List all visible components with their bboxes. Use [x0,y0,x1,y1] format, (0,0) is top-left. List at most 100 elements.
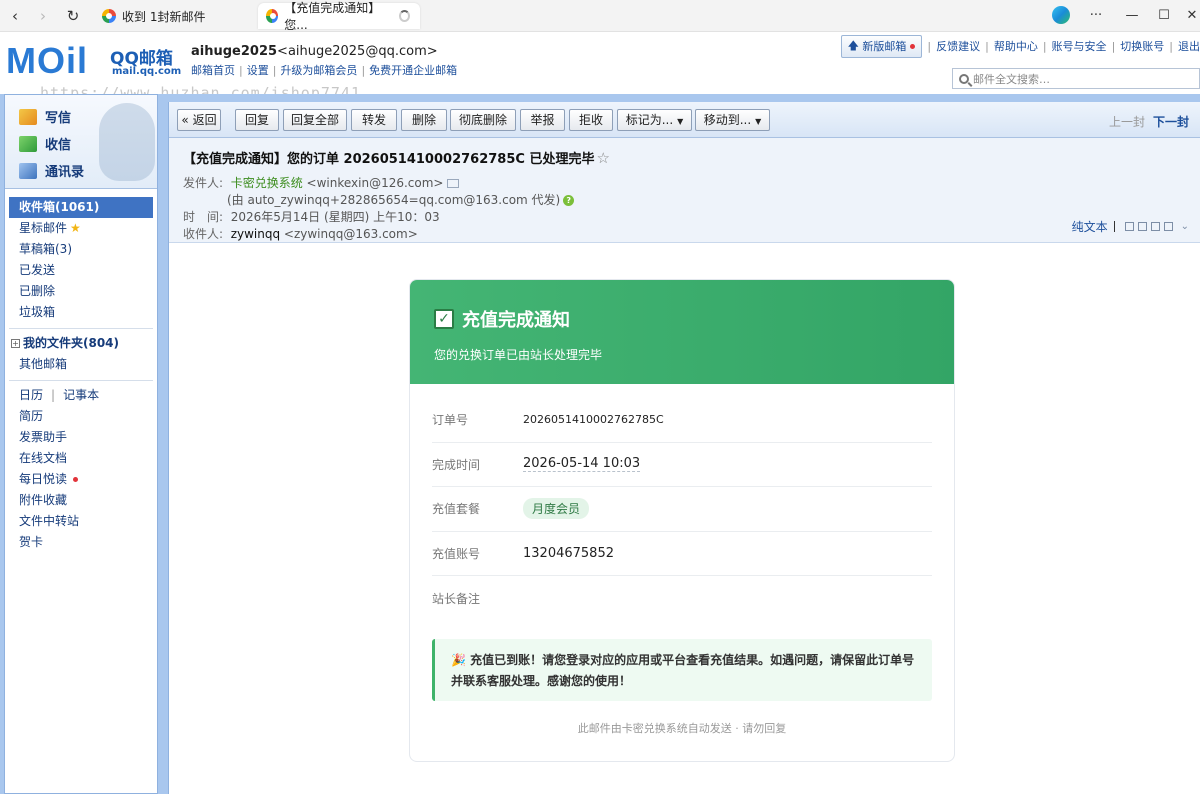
card-title-text: 充值完成通知 [462,310,570,331]
compose-button[interactable]: 写信 [19,107,71,126]
tab-label: 【充值完成通知】您... [284,1,381,32]
minimize-icon[interactable]: — [1122,6,1142,26]
forward-arrow-icon[interactable]: › [32,5,54,27]
chevron-down-icon[interactable]: ⌄ [1181,221,1189,232]
link-home[interactable]: 邮箱首页 [191,64,235,77]
link-calendar[interactable]: 日历 [19,388,43,402]
delete-button[interactable]: 删除 [401,109,447,131]
user-links: 邮箱首页 | 设置 | 升级为邮箱会员 | 免费开通企业邮箱 [191,64,458,77]
report-button[interactable]: 举报 [520,109,565,131]
link-security[interactable]: 账号与安全 [1052,38,1107,54]
pencil-icon [19,108,37,125]
contacts-button[interactable]: 通讯录 [19,161,84,180]
link-help[interactable]: 帮助中心 [994,38,1038,54]
expand-icon[interactable]: + [11,339,20,348]
reply-button[interactable]: 回复 [235,109,279,131]
detail-row: 站长备注 [432,576,932,621]
auto-send-footer: 此邮件由卡密兑换系统自动发送 · 请勿回复 [577,721,787,735]
folder-other[interactable]: 其他邮箱 [5,354,157,375]
user-account: aihuge2025<aihuge2025@qq.com> [191,44,438,59]
link-enterprise[interactable]: 免费开通企业邮箱 [369,64,457,77]
package-label: 充值套餐 [432,502,481,517]
plain-text-link[interactable]: 纯文本 [1072,218,1108,235]
forward-button[interactable]: 转发 [351,109,397,131]
folder-my-folders[interactable]: + 我的文件夹(804) [5,333,157,354]
more-options-icon[interactable]: ··· [1086,6,1106,26]
mail-subject: 【充值完成通知】您的订单 2026051410002762785C 已处理完毕 ☆ [183,148,610,167]
quick-actions: 写信 收信 通讯录 [5,95,157,189]
prev-mail-link[interactable]: 上一封 [1109,115,1145,129]
tool-attachments[interactable]: 附件收藏 [5,490,157,511]
tool-docs[interactable]: 在线文档 [5,448,157,469]
close-window-icon[interactable]: ✕ [1182,6,1200,26]
folder-drafts[interactable]: 草稿箱(3) [5,239,157,260]
next-mail-link[interactable]: 下一封 [1153,115,1189,129]
top-links: 🡅 新版邮箱 | 反馈建议 | 帮助中心 | 账号与安全 | 切换账号 | 退出 [840,34,1200,58]
search-input[interactable]: 邮件全文搜索… [952,68,1200,89]
save-icon[interactable] [1150,222,1160,231]
browser-tab-inbox[interactable]: 收到 1封新邮件 [94,3,215,29]
back-button[interactable]: « 返回 [177,109,221,131]
reject-button[interactable]: 拒收 [569,109,613,131]
link-feedback[interactable]: 反馈建议 [936,38,980,54]
folder-list: 收件箱(1061) 星标邮件 ★ 草稿箱(3) 已发送 已删除 垃圾箱 + 我的文件… [5,189,157,553]
print-icon[interactable] [1163,222,1173,231]
user-name: aihuge2025 [191,44,278,59]
receive-label: 收信 [45,138,72,153]
to-label: 收件人: [183,227,224,241]
qq-mail-logo[interactable]: MOil QQ邮箱 mail.qq.com [6,42,181,82]
folder-starred[interactable]: 星标邮件 ★ [5,218,157,239]
maximize-icon[interactable]: ☐ [1154,6,1174,26]
detail-row: 完成时间 2026-05-14 10:03 [432,443,932,487]
mail-header-info: 【充值完成通知】您的订单 2026051410002762785C 已处理完毕 ☆… [169,138,1200,243]
complete-time-value: 2026-05-14 10:03 [523,456,641,473]
qq-mail-favicon-icon [266,9,279,23]
sender-name[interactable]: 卡密兑换系统 [231,176,303,190]
reply-all-button[interactable]: 回复全部 [283,109,347,131]
folder-sent[interactable]: 已发送 [5,260,157,281]
link-notes[interactable]: 记事本 [63,388,99,402]
card-title: ✓ 充值完成通知 [434,306,954,332]
folder-inbox[interactable]: 收件箱(1061) [9,197,153,218]
folder-deleted[interactable]: 已删除 [5,281,157,302]
help-icon[interactable]: ? [563,195,575,206]
tool-daily-read[interactable]: 每日悦读 [5,469,157,490]
new-version-button[interactable]: 🡅 新版邮箱 [840,34,923,58]
delete-permanently-button[interactable]: 彻底删除 [450,109,516,131]
edge-browser-icon[interactable] [1052,6,1070,24]
my-folders-label: 我的文件夹(804) [23,336,120,350]
contacts-label: 通讯录 [45,165,85,180]
new-version-label: 新版邮箱 [862,40,907,53]
mail-frame: 写信 收信 通讯录 收件箱(1061) 星标邮件 ★ 草稿箱(3) 已发送 已删除… [0,94,1200,794]
detail-row: 充值套餐 月度会员 [432,487,932,532]
tab-label: 收到 1封新邮件 [122,9,206,24]
detail-row: 充值账号 13204675852 [432,532,932,576]
search-placeholder: 邮件全文搜索… [973,72,1050,86]
package-badge: 月度会员 [523,498,590,520]
tool-resume[interactable]: 简历 [5,406,157,427]
account-value: 13204675852 [523,545,614,561]
link-switch-account[interactable]: 切换账号 [1120,38,1164,54]
recipient-name[interactable]: zywinqq [231,227,280,241]
order-id-label: 订单号 [432,413,469,428]
contact-card-icon[interactable] [447,179,460,188]
back-arrow-icon[interactable]: ‹ [4,5,26,27]
star-outline-icon[interactable]: ☆ [596,149,609,167]
copy-icon[interactable] [1137,222,1147,231]
new-window-icon[interactable] [1124,222,1134,231]
mail-header: MOil QQ邮箱 mail.qq.com aihuge2025<aihuge2… [0,32,1200,102]
folder-trash[interactable]: 垃圾箱 [5,302,157,323]
receive-button[interactable]: 收信 [19,134,71,153]
card-subtitle: 您的兑换订单已由站长处理完毕 [434,348,603,362]
link-upgrade[interactable]: 升级为邮箱会员 [280,64,357,77]
tool-greeting-cards[interactable]: 贺卡 [5,532,157,553]
tool-file-transfer[interactable]: 文件中转站 [5,511,157,532]
move-to-dropdown[interactable]: 移动到... ▼ [695,109,770,131]
mark-as-dropdown[interactable]: 标记为... ▼ [617,109,692,131]
link-logout[interactable]: 退出 [1178,38,1200,54]
order-id-value: 2026051410002762785C [523,413,664,427]
browser-tab-current[interactable]: 【充值完成通知】您... [258,1,420,32]
tool-invoice[interactable]: 发票助手 [5,427,157,448]
reload-icon[interactable]: ↻ [62,5,84,27]
link-settings[interactable]: 设置 [247,64,269,77]
